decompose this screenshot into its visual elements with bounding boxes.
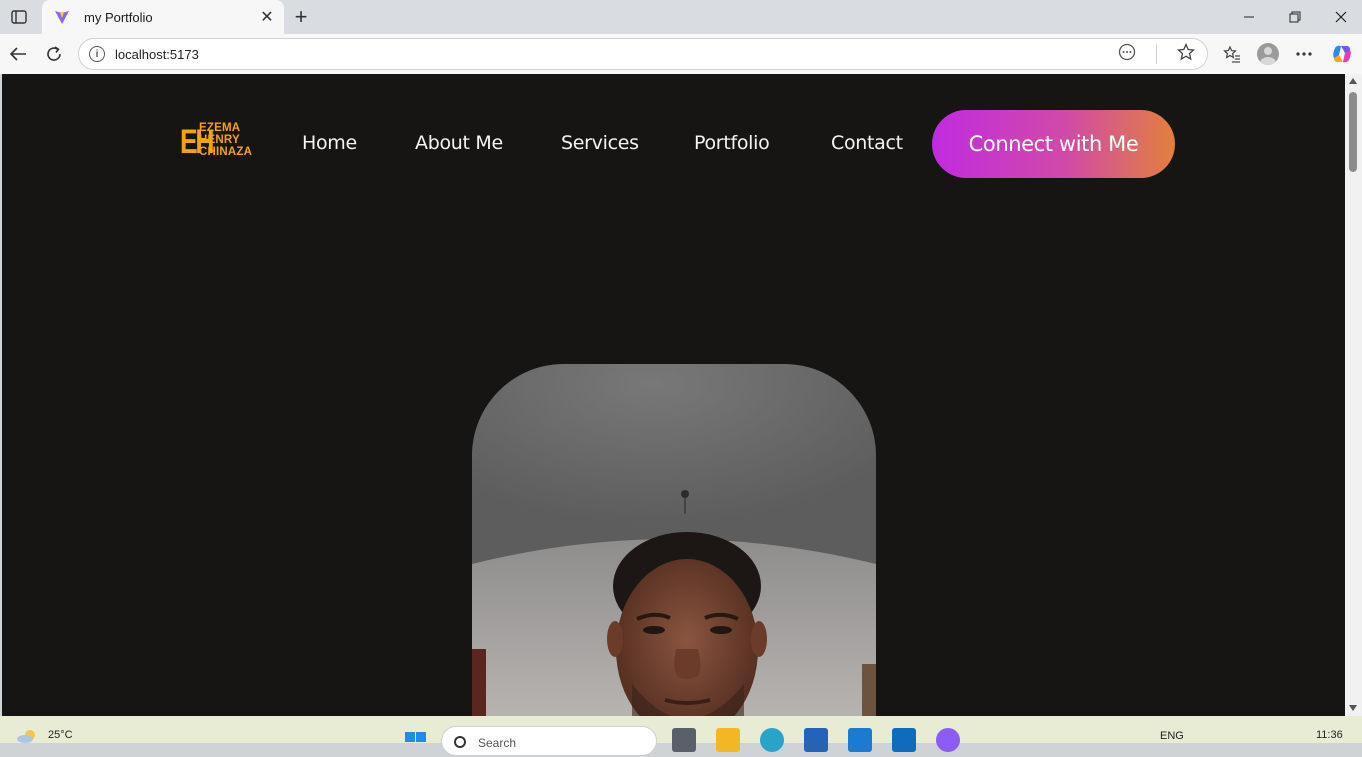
profile-photo [472, 364, 876, 716]
site-info-icon[interactable]: i [89, 46, 105, 62]
browser-toolbar: i localhost:5173 [0, 34, 1362, 74]
tab-title: my Portfolio [84, 9, 153, 25]
copilot-icon[interactable] [1328, 40, 1356, 68]
logo-text: EZEMA HENRY CHINAZA [199, 122, 253, 158]
search-icon [454, 736, 466, 748]
refresh-icon[interactable] [40, 40, 68, 68]
vite-favicon-icon [55, 11, 69, 24]
taskbar-search-placeholder: Search [478, 736, 517, 750]
edge-browser-icon[interactable] [760, 728, 784, 752]
tab-actions-icon[interactable] [8, 6, 30, 28]
file-explorer-icon[interactable] [716, 728, 740, 752]
profile-icon[interactable] [1254, 40, 1282, 68]
input-language[interactable]: ENG [1160, 730, 1184, 742]
windows-taskbar: 25°C Search ENG 11:36 [0, 716, 1362, 756]
scroll-up-icon[interactable] [1349, 78, 1357, 84]
site-navbar: EH EZEMA HENRY CHINAZA Home About Me Ser… [2, 110, 1345, 178]
scrollbar-thumb[interactable] [1349, 92, 1357, 172]
nav-link-services[interactable]: Services [561, 132, 639, 154]
nav-link-home[interactable]: Home [302, 132, 357, 154]
minimize-icon[interactable] [1226, 0, 1272, 34]
back-icon[interactable] [4, 40, 32, 68]
clock-time[interactable]: 11:36 [1316, 729, 1343, 741]
weather-temperature[interactable]: 25°C [48, 729, 73, 741]
nav-link-portfolio[interactable]: Portfolio [694, 132, 770, 154]
windows-start-icon[interactable] [404, 728, 428, 752]
reader-mode-icon[interactable] [1118, 43, 1136, 66]
weather-icon[interactable] [16, 729, 38, 743]
vscode-icon[interactable] [848, 728, 872, 752]
outlook-icon[interactable] [892, 728, 916, 752]
url-text[interactable]: localhost:5173 [115, 47, 1118, 62]
more-options-icon[interactable] [1290, 40, 1318, 68]
address-bar[interactable]: i localhost:5173 [78, 38, 1208, 70]
connect-with-me-button[interactable]: Connect with Me [932, 110, 1175, 178]
store-icon[interactable] [804, 728, 828, 752]
favorite-star-icon[interactable] [1176, 42, 1196, 66]
page-viewport: EH EZEMA HENRY CHINAZA Home About Me Ser… [2, 74, 1345, 716]
address-separator [1156, 44, 1157, 64]
task-view-icon[interactable] [672, 728, 696, 752]
favorites-icon[interactable] [1218, 40, 1246, 68]
nav-link-about-me[interactable]: About Me [415, 132, 503, 154]
site-logo[interactable]: EH EZEMA HENRY CHINAZA [180, 122, 266, 162]
restore-icon[interactable] [1272, 0, 1318, 34]
browser-tab[interactable]: my Portfolio ✕ [42, 0, 284, 34]
nav-link-contact[interactable]: Contact [831, 132, 903, 154]
browser-tab-bar: my Portfolio ✕ + [0, 0, 1362, 34]
scroll-down-icon[interactable] [1349, 705, 1357, 711]
tab-close-icon[interactable]: ✕ [254, 4, 280, 30]
page-scrollbar[interactable] [1345, 74, 1362, 716]
close-icon[interactable] [1318, 0, 1362, 34]
copilot-app-icon[interactable] [936, 728, 960, 752]
new-tab-icon[interactable]: + [288, 4, 314, 30]
taskbar-search[interactable]: Search [441, 726, 657, 756]
